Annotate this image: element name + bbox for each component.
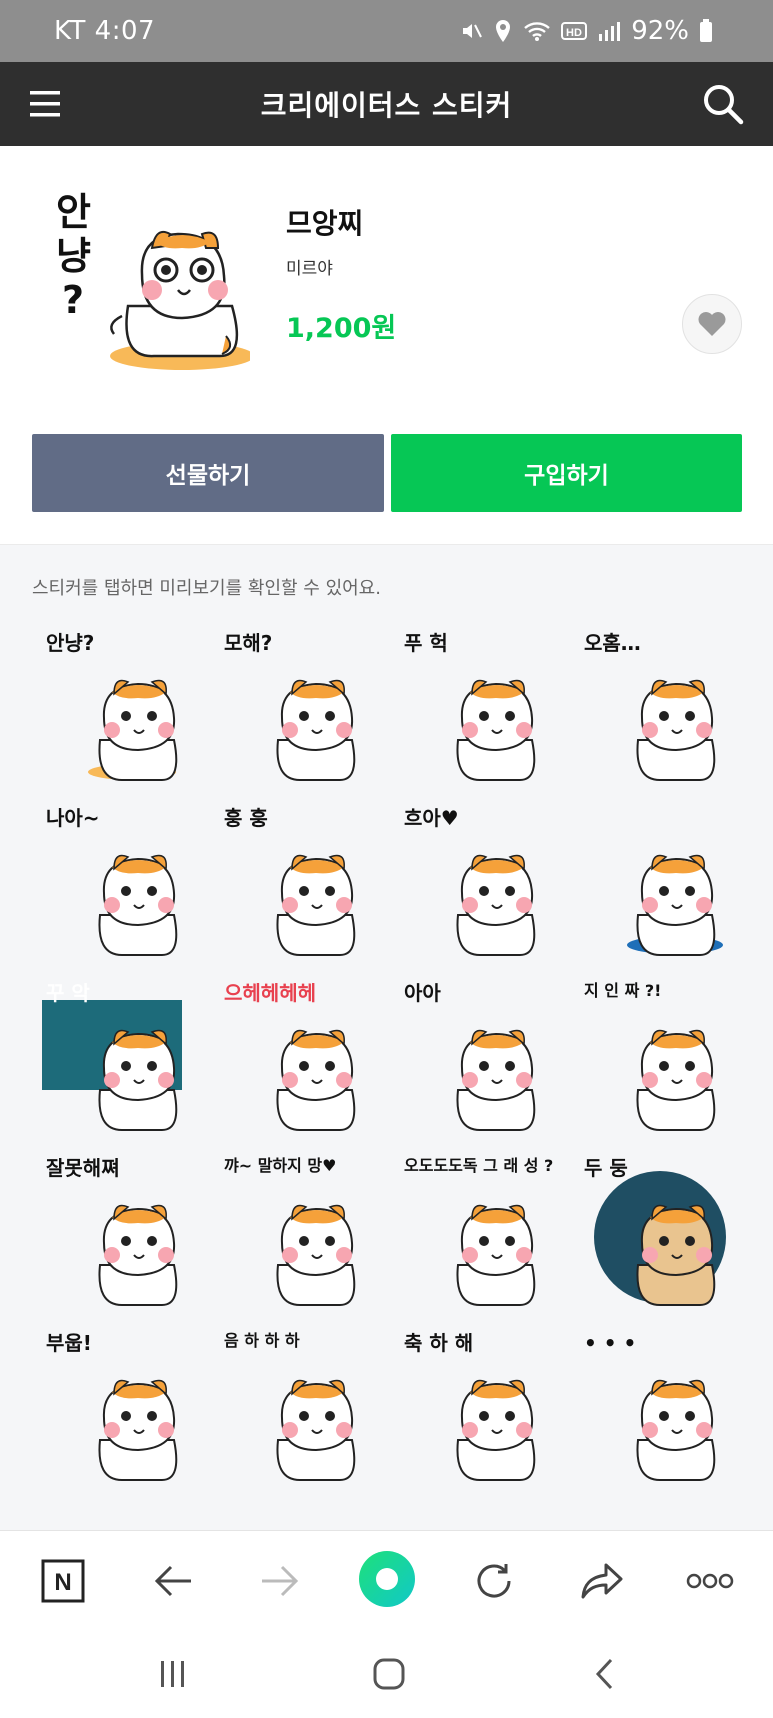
sticker-caption: 아아: [404, 981, 441, 1005]
search-icon[interactable]: [701, 82, 745, 126]
product-author[interactable]: 미르야: [286, 254, 333, 279]
product-section: 안 냥 ? 므앙찌 미르야 1,200원 선물하기 구입하기: [0, 146, 773, 545]
system-navigation: [0, 1630, 773, 1718]
share-icon[interactable]: [574, 1553, 630, 1609]
sticker-item[interactable]: 안냥?: [42, 630, 202, 790]
signal-icon: [599, 22, 621, 41]
battery-percent: 92%: [631, 16, 689, 46]
sticker-item[interactable]: [580, 805, 740, 965]
sticker-item[interactable]: 으헤헤헤헤: [220, 980, 380, 1140]
svg-text:HD: HD: [566, 27, 582, 39]
status-bar: KT 4:07 HD 92%: [0, 0, 773, 62]
hd-icon: HD: [561, 22, 588, 40]
sticker-caption: • • •: [584, 1331, 637, 1355]
forward-arrow-icon[interactable]: [252, 1553, 308, 1609]
sticker-item[interactable]: 꺄~ 말하지 망♥: [220, 1155, 380, 1315]
product-name: 므앙찌: [286, 207, 364, 240]
sticker-item[interactable]: 아아: [400, 980, 560, 1140]
status-carrier-time: KT 4:07: [54, 16, 156, 46]
sticker-caption: 으헤헤헤헤: [224, 981, 316, 1005]
sticker-item[interactable]: 푸 헉: [400, 630, 560, 790]
sticker-caption: 축 하 해: [404, 1331, 474, 1355]
sticker-item[interactable]: 흐아♥: [400, 805, 560, 965]
sticker-caption: 나아~: [46, 806, 100, 830]
main-sticker-text-2: 냥: [56, 234, 91, 278]
main-sticker-thumbnail: 안 냥 ?: [50, 186, 254, 386]
recent-apps-icon[interactable]: [148, 1652, 198, 1696]
sticker-caption: 꾸 악: [46, 981, 90, 1005]
preview-hint: 스티커를 탭하면 미리보기를 확인할 수 있어요.: [32, 578, 381, 599]
sticker-item[interactable]: 부웁!: [42, 1330, 202, 1490]
green-dot-icon[interactable]: [357, 1549, 417, 1609]
sticker-item[interactable]: 축 하 해: [400, 1330, 560, 1490]
hamster-sticker-image: [636, 1029, 716, 1131]
page-title: 크리에이터스 스티커: [260, 89, 513, 122]
sticker-caption: 지 인 짜 ?!: [584, 981, 662, 1000]
back-arrow-icon[interactable]: [145, 1553, 201, 1609]
sticker-caption: 오도도도독 그 래 성 ?: [404, 1156, 554, 1175]
sticker-caption: 음 하 하 하: [224, 1331, 300, 1350]
sticker-item[interactable]: 두 둥: [580, 1155, 740, 1315]
sticker-caption: 꺄~ 말하지 망♥: [224, 1156, 337, 1175]
sticker-item[interactable]: 오홈…: [580, 630, 740, 790]
main-sticker-text-1: 안: [56, 190, 91, 234]
status-icons: HD 92%: [459, 16, 713, 46]
gift-button[interactable]: 선물하기: [32, 434, 384, 512]
menu-icon[interactable]: [28, 88, 62, 120]
hamster-sticker-image: [276, 1204, 356, 1306]
sticker-item[interactable]: • • •: [580, 1330, 740, 1490]
sticker-item[interactable]: 나아~: [42, 805, 202, 965]
app-header: 크리에이터스 스티커: [0, 62, 773, 146]
main-sticker-text-3: ?: [62, 278, 85, 322]
back-icon[interactable]: [580, 1652, 630, 1696]
battery-icon: [700, 19, 712, 42]
sticker-caption: 오홈…: [584, 631, 641, 655]
sticker-item[interactable]: 훙 훙: [220, 805, 380, 965]
sticker-caption: 모해?: [224, 631, 273, 655]
location-icon: [496, 20, 511, 42]
sticker-item[interactable]: 음 하 하 하: [220, 1330, 380, 1490]
sticker-item[interactable]: 꾸 악: [42, 980, 202, 1140]
browser-toolbar: N: [0, 1530, 773, 1631]
sticker-caption: 안냥?: [46, 631, 95, 655]
sticker-caption: 흐아♥: [404, 806, 459, 830]
hamster-sticker-image: [276, 1379, 356, 1481]
home-icon[interactable]: [364, 1652, 414, 1696]
sticker-item[interactable]: 오도도도독 그 래 성 ?: [400, 1155, 560, 1315]
hamster-sticker-image: [456, 1204, 536, 1306]
sticker-item[interactable]: 모해?: [220, 630, 380, 790]
buy-button[interactable]: 구입하기: [391, 434, 742, 512]
sticker-item[interactable]: 잘못해쪄: [42, 1155, 202, 1315]
mute-icon: [463, 24, 483, 38]
sticker-caption: 잘못해쪄: [46, 1156, 120, 1180]
heart-icon: [698, 312, 726, 336]
more-icon[interactable]: [682, 1553, 738, 1609]
svg-text:N: N: [54, 1569, 71, 1596]
refresh-icon[interactable]: [466, 1553, 522, 1609]
hamster-sticker-image: [627, 854, 723, 956]
sticker-caption: 훙 훙: [224, 806, 268, 830]
naver-icon[interactable]: N: [35, 1553, 91, 1609]
product-price: 1,200원: [286, 313, 397, 344]
sticker-item[interactable]: 지 인 짜 ?!: [580, 980, 740, 1140]
sticker-caption: 푸 헉: [404, 631, 448, 655]
wifi-icon: [524, 22, 551, 41]
favorite-button[interactable]: [682, 294, 742, 354]
sticker-caption: 부웁!: [46, 1331, 92, 1355]
sticker-caption: 두 둥: [584, 1156, 628, 1180]
